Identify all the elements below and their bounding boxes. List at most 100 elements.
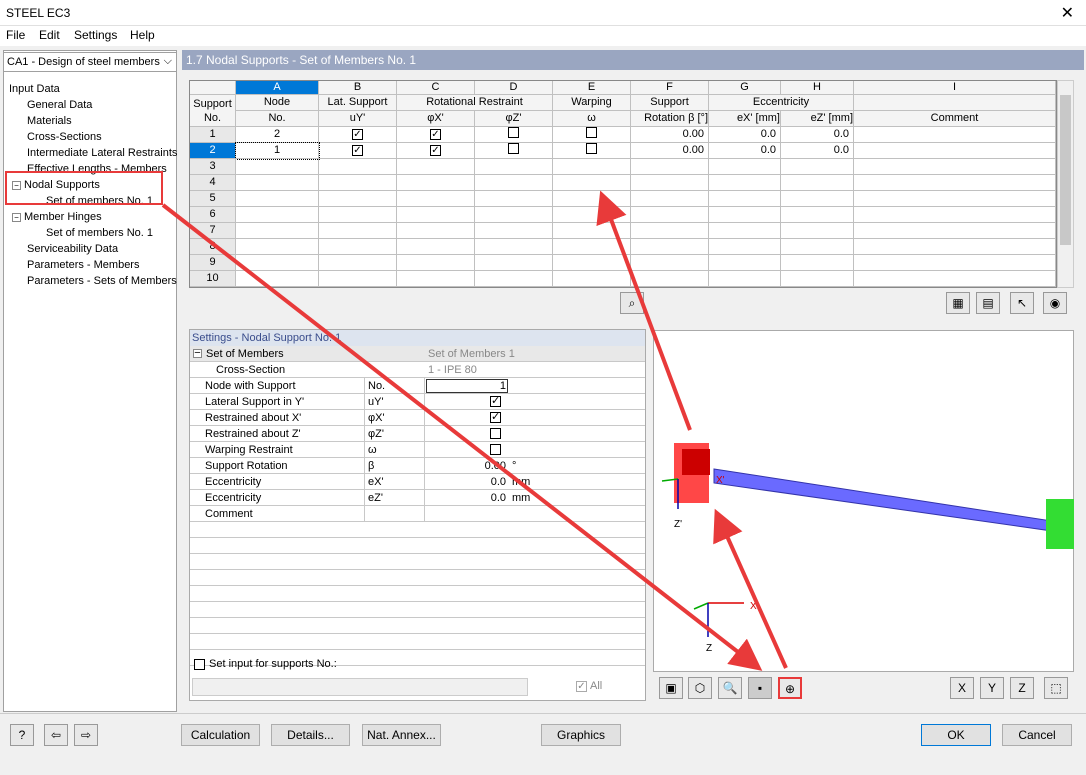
checkbox[interactable]: [490, 444, 501, 455]
cross-section-row[interactable]: Cross-Section 1 - IPE 80: [190, 362, 645, 378]
graphics-panel[interactable]: X' Z' X Z: [653, 330, 1074, 672]
view-z-icon[interactable]: Z: [1010, 677, 1034, 699]
set-input-row[interactable]: Set input for supports No.:: [194, 658, 337, 670]
table-scrollbar[interactable]: [1057, 80, 1074, 288]
empty-cell: [236, 223, 319, 239]
separator: [424, 394, 425, 410]
empty-cell: [631, 207, 709, 223]
setting-row[interactable]: Support Rotation β 0.00 °: [190, 458, 645, 474]
setting-row[interactable]: Restrained about X' φX' ✓: [190, 410, 645, 426]
details-button[interactable]: Details...: [271, 724, 350, 746]
tree-item[interactable]: Parameters - Sets of Members: [27, 275, 177, 287]
empty-setting-row[interactable]: [190, 634, 645, 650]
excel-export-icon[interactable]: ▦: [946, 292, 970, 314]
tree-item[interactable]: Serviceability Data: [27, 243, 118, 255]
menu-edit[interactable]: Edit: [39, 28, 60, 42]
collapse-icon[interactable]: −: [12, 213, 21, 222]
supports-input[interactable]: [192, 678, 528, 696]
empty-cell: [397, 255, 475, 271]
pick-icon[interactable]: ↖: [1010, 292, 1034, 314]
empty-cell: [781, 191, 854, 207]
setting-symbol: β: [368, 460, 375, 472]
menu-help[interactable]: Help: [130, 28, 155, 42]
menu-file[interactable]: File: [6, 28, 25, 42]
national-annex-button[interactable]: Nat. Annex...: [362, 724, 441, 746]
graphics-button[interactable]: Graphics: [541, 724, 621, 746]
set-input-checkbox[interactable]: [194, 658, 205, 670]
checkbox[interactable]: [508, 143, 519, 154]
import-icon[interactable]: ⇨: [74, 724, 98, 746]
empty-setting-row[interactable]: [190, 554, 645, 570]
separator: [424, 426, 425, 442]
separator: [364, 426, 365, 442]
display-icon[interactable]: ▣: [659, 677, 683, 699]
tree-item[interactable]: Cross-Sections: [27, 131, 102, 143]
tree-item[interactable]: General Data: [27, 99, 92, 111]
excel-import-icon[interactable]: ▤: [976, 292, 1000, 314]
checkbox[interactable]: ✓: [430, 129, 441, 140]
close-icon[interactable]: ✕: [1061, 3, 1074, 23]
zoom-icon[interactable]: 🔍: [718, 677, 742, 699]
scroll-thumb[interactable]: [1060, 95, 1071, 245]
checkbox[interactable]: ✓: [490, 396, 501, 407]
supports-table[interactable]: A B C D E F G H I Support No. Node Lat. Support Rotat…: [189, 80, 1057, 288]
setting-row[interactable]: Eccentricity eZ' 0.0 mm: [190, 490, 645, 506]
empty-setting-row[interactable]: [190, 618, 645, 634]
empty-setting-row[interactable]: [190, 538, 645, 554]
all-toggle[interactable]: ✓ All: [576, 680, 602, 692]
empty-cell: [709, 175, 781, 191]
checkbox[interactable]: ✓: [352, 129, 363, 140]
collapse-icon[interactable]: −: [193, 348, 202, 359]
all-checkbox[interactable]: ✓: [576, 681, 587, 692]
cancel-button[interactable]: Cancel: [1002, 724, 1072, 746]
checkbox[interactable]: [586, 127, 597, 138]
view-y-icon[interactable]: Y: [980, 677, 1004, 699]
node-cell[interactable]: 1: [235, 142, 320, 160]
case-dropdown[interactable]: CA1 - Design of steel members ⌵: [3, 52, 177, 72]
node-cell[interactable]: 2: [236, 127, 319, 143]
checkbox[interactable]: [508, 127, 519, 138]
node-input[interactable]: [426, 379, 508, 393]
calculation-button[interactable]: Calculation: [181, 724, 260, 746]
setting-row[interactable]: Eccentricity eX' 0.0 mm: [190, 474, 645, 490]
view-x-icon[interactable]: X: [950, 677, 974, 699]
tree-item[interactable]: Parameters - Members: [27, 259, 139, 271]
empty-setting-row[interactable]: [190, 586, 645, 602]
checkbox[interactable]: ✓: [352, 145, 363, 156]
subheader: ω: [553, 111, 631, 127]
tree-item[interactable]: − Member Hinges: [12, 211, 102, 223]
help-icon[interactable]: ?: [10, 724, 34, 746]
menu-settings[interactable]: Settings: [74, 28, 117, 42]
isometric-view-icon[interactable]: ⬚: [1044, 677, 1068, 699]
filter-icon[interactable]: ⌕: [620, 292, 644, 314]
group-value: Set of Members 1: [428, 348, 515, 360]
setting-row[interactable]: Node with Support No. 1: [190, 378, 645, 394]
render-icon[interactable]: ⬡: [688, 677, 712, 699]
empty-setting-row[interactable]: [190, 522, 645, 538]
show-local-axes-icon[interactable]: ⊕: [778, 677, 802, 699]
checkbox[interactable]: [586, 143, 597, 154]
setting-row[interactable]: Comment: [190, 506, 645, 522]
separator: [364, 410, 365, 426]
tree-item[interactable]: Input Data: [9, 83, 60, 95]
setting-row[interactable]: Lateral Support in Y' uY' ✓: [190, 394, 645, 410]
tree-item[interactable]: Set of members No. 1: [46, 227, 153, 239]
subheader: φZ': [475, 111, 553, 127]
setting-row[interactable]: Warping Restraint ω: [190, 442, 645, 458]
separator: [364, 458, 365, 474]
export-icon[interactable]: ⇦: [44, 724, 68, 746]
empty-cell: [781, 175, 854, 191]
empty-setting-row[interactable]: [190, 570, 645, 586]
setting-row[interactable]: Restrained about Z' φZ': [190, 426, 645, 442]
checkbox[interactable]: [490, 428, 501, 439]
transparency-icon[interactable]: ▪: [748, 677, 772, 699]
tree-item[interactable]: Intermediate Lateral Restraints: [27, 147, 177, 159]
view-icon[interactable]: ◉: [1043, 292, 1067, 314]
tree-item[interactable]: Materials: [27, 115, 72, 127]
settings-group-row[interactable]: − Set of Members Set of Members 1: [190, 346, 645, 362]
checkbox[interactable]: ✓: [490, 412, 501, 423]
ok-button[interactable]: OK: [921, 724, 991, 746]
empty-setting-row[interactable]: [190, 602, 645, 618]
checkbox[interactable]: ✓: [430, 145, 441, 156]
separator: [364, 506, 365, 522]
